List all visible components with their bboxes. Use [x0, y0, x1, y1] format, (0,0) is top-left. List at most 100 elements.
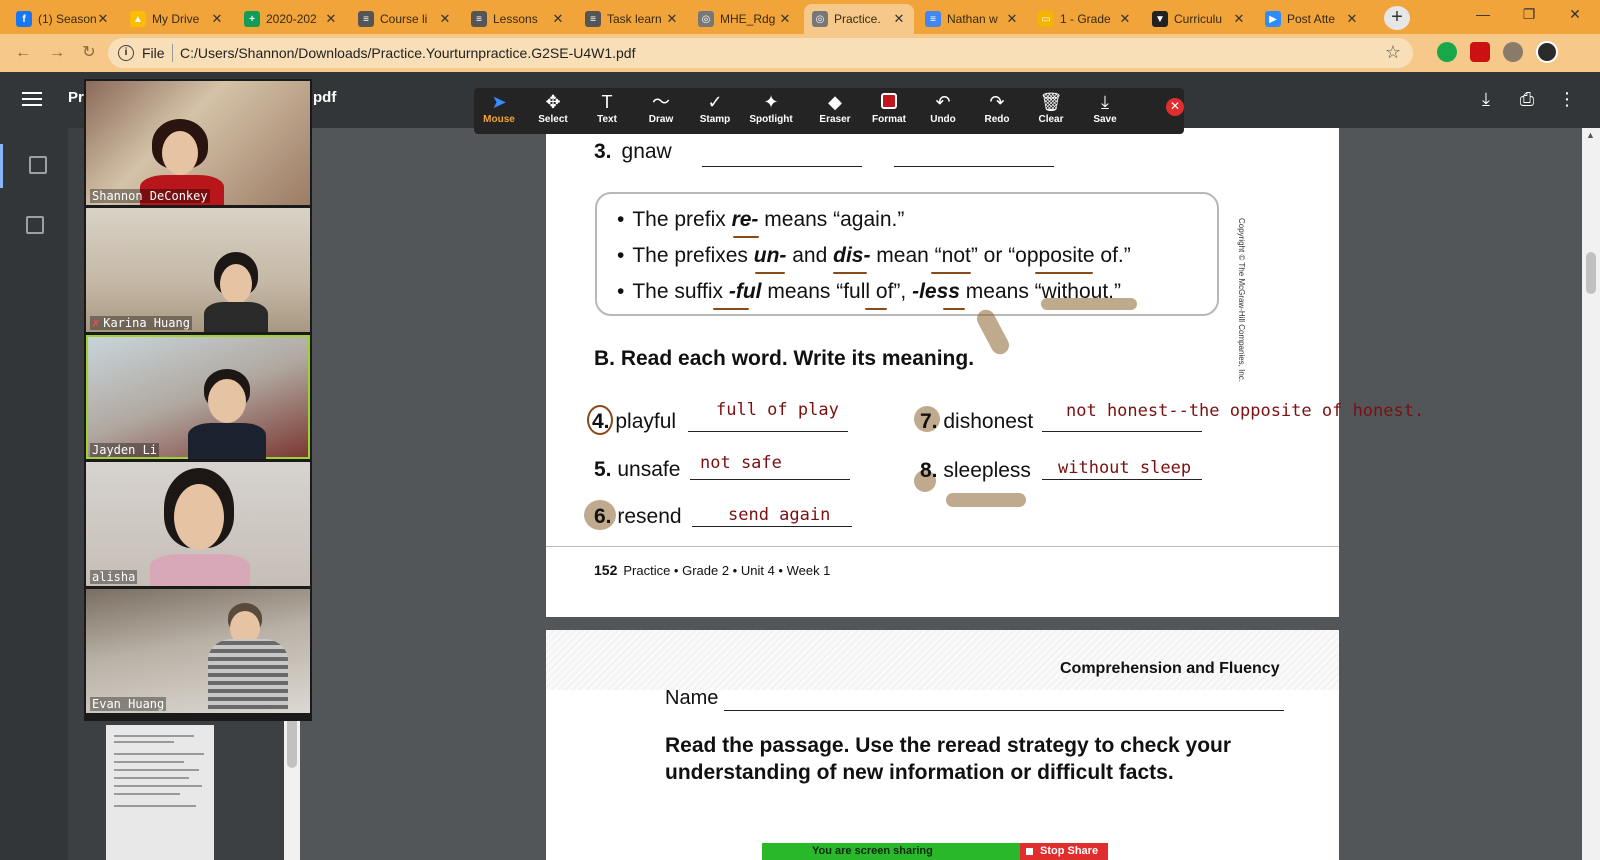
section-title: Comprehension and Fluency — [1060, 660, 1280, 677]
bookmark-star-icon[interactable]: ☆ — [1385, 42, 1401, 63]
close-tab-icon[interactable]: ✕ — [438, 11, 452, 27]
close-tab-icon[interactable]: ✕ — [1232, 11, 1246, 27]
close-tab-icon[interactable]: ✕ — [96, 11, 110, 27]
item-8: 8. sleepless — [920, 459, 1031, 482]
tool-undo[interactable]: ↶ Undo — [918, 88, 968, 134]
reload-icon[interactable]: ↻ — [78, 42, 100, 64]
extension-puzzle-icon[interactable] — [1503, 42, 1523, 62]
tab-title: (1) Season — [38, 12, 96, 26]
more-options-icon[interactable]: ⋮ — [1554, 86, 1580, 112]
close-tab-icon[interactable]: ✕ — [324, 11, 338, 27]
shield-icon: ▼ — [1152, 11, 1168, 27]
main-scrollbar[interactable]: ▲ — [1582, 128, 1600, 860]
redo-icon: ↷ — [989, 92, 1005, 112]
question-word: gnaw — [621, 140, 672, 163]
participant-video[interactable]: Evan Huang — [86, 589, 310, 713]
tool-label: Format — [872, 114, 906, 125]
affix-rule-box: • The prefix re- means “again.” • The pref… — [595, 192, 1219, 316]
download-icon[interactable]: ⤓ — [1473, 86, 1499, 112]
pen-underline — [713, 308, 749, 310]
close-tab-icon[interactable]: ✕ — [551, 11, 565, 27]
section-b-heading: B. Read each word. Write its meaning. — [594, 347, 975, 370]
profile-avatar[interactable] — [1536, 41, 1558, 63]
google-slides-icon: ▭ — [1038, 11, 1054, 27]
browser-tab[interactable]: ▼ Curriculu ✕ — [1144, 4, 1254, 34]
tool-label: Mouse — [483, 114, 515, 125]
browser-tab[interactable]: ≡ Lessons ✕ — [463, 4, 573, 34]
browser-tab[interactable]: +2020-202 ✕ — [236, 4, 346, 34]
answer-6[interactable]: send again — [728, 505, 830, 525]
menu-icon[interactable] — [22, 88, 42, 112]
sharing-status[interactable]: You are screen sharing — [762, 843, 1020, 860]
answer-7[interactable]: not honest--the opposite of honest. — [1066, 401, 1424, 421]
restore-button[interactable]: ❐ — [1506, 0, 1552, 30]
tool-clear[interactable]: 🗑 Clear — [1026, 88, 1076, 134]
back-icon[interactable]: ← — [12, 42, 34, 64]
tool-label: Clear — [1038, 114, 1064, 125]
mouse-pointer-icon: ➤ — [491, 92, 507, 112]
browser-tab[interactable]: f (1) Season ✕ — [8, 4, 118, 34]
minimize-button[interactable]: — — [1460, 0, 1506, 30]
answer-8[interactable]: without sleep — [1058, 458, 1191, 478]
tool-label: Undo — [930, 114, 956, 125]
participant-video[interactable]: Shannon DeConkey — [86, 81, 310, 205]
info-icon[interactable]: i — [118, 45, 134, 61]
tool-eraser[interactable]: ◆ Eraser — [810, 88, 860, 134]
close-tab-icon[interactable]: ✕ — [665, 11, 679, 27]
browser-tab[interactable]: ◎ Practice. ✕ — [804, 4, 914, 34]
browser-tab[interactable]: ▲ My Drive ✕ — [122, 4, 232, 34]
participant-gallery: Shannon DeConkey ✗ Karina Huang Jayden Li… — [84, 79, 312, 721]
address-bar[interactable]: i File C:/Users/Shannon/Downloads/Practi… — [108, 38, 1413, 68]
close-window-button[interactable]: ✕ — [1552, 0, 1598, 30]
globe-icon: ◎ — [698, 11, 714, 27]
new-tab-button[interactable]: + — [1384, 6, 1410, 30]
tool-select[interactable]: ✥ Select — [528, 88, 578, 134]
close-tab-icon[interactable]: ✕ — [1005, 11, 1019, 27]
participant-video[interactable]: ✗ Karina Huang — [86, 208, 310, 332]
url-text[interactable]: C:/Users/Shannon/Downloads/Practice.Your… — [180, 45, 635, 61]
forward-icon[interactable]: → — [46, 42, 68, 64]
close-tab-icon[interactable]: ✕ — [892, 11, 906, 27]
globe-icon: ◎ — [812, 11, 828, 27]
close-annotation-icon[interactable]: ✕ — [1166, 98, 1184, 116]
tab-title: Nathan w — [947, 12, 998, 26]
answer-4[interactable]: full of play — [716, 400, 839, 420]
google-sheets-icon: + — [244, 11, 260, 27]
browser-tab[interactable]: ▶ Post Atte ✕ — [1257, 4, 1367, 34]
browser-tab[interactable]: ≡ Nathan w ✕ — [917, 4, 1027, 34]
tool-text[interactable]: T Text — [582, 88, 632, 134]
participant-video[interactable]: alisha — [86, 462, 310, 586]
stop-share-button[interactable]: Stop Share — [1020, 843, 1108, 860]
print-icon[interactable]: ⎙ — [1514, 86, 1540, 112]
tool-format[interactable]: Format — [864, 88, 914, 134]
browser-tab[interactable]: ≡ Course li ✕ — [350, 4, 460, 34]
pen-highlight — [1041, 298, 1137, 310]
close-tab-icon[interactable]: ✕ — [778, 11, 792, 27]
tool-mouse[interactable]: ➤ Mouse — [474, 88, 524, 134]
item-7: 7. dishonest — [920, 410, 1034, 433]
item-6: 6. resend — [594, 505, 682, 528]
participant-video-active[interactable]: Jayden Li — [86, 335, 310, 459]
answer-5[interactable]: not safe — [700, 453, 782, 473]
tab-title: MHE_Rdg — [720, 12, 776, 26]
page-thumbnail[interactable] — [106, 725, 214, 860]
close-tab-icon[interactable]: ✕ — [1118, 11, 1132, 27]
browser-tab[interactable]: ≡ Task learn ✕ — [577, 4, 687, 34]
extension-green-icon[interactable] — [1437, 42, 1457, 62]
rule-prefix-un-dis: • The prefixes un- and dis- mean “not” or… — [617, 244, 1131, 267]
tool-stamp[interactable]: ✓ Stamp — [690, 88, 740, 134]
ublock-icon[interactable] — [1470, 42, 1490, 62]
close-tab-icon[interactable]: ✕ — [210, 11, 224, 27]
item-5: 5. unsafe — [594, 458, 681, 481]
tool-save[interactable]: ⤓ Save — [1080, 88, 1130, 134]
tab-title: Course li — [380, 12, 428, 26]
browser-tab[interactable]: ▭ 1 - Grade ✕ — [1030, 4, 1140, 34]
tool-redo[interactable]: ↷ Redo — [972, 88, 1022, 134]
outline-tab[interactable] — [0, 204, 68, 248]
close-tab-icon[interactable]: ✕ — [1345, 11, 1359, 27]
tool-spotlight[interactable]: ✦ Spotlight — [746, 88, 796, 134]
tool-draw[interactable]: 〜 Draw — [636, 88, 686, 134]
mic-muted-icon: ✗ — [92, 316, 100, 330]
browser-tab[interactable]: ◎ MHE_Rdg ✕ — [690, 4, 800, 34]
thumbnails-tab[interactable] — [0, 144, 68, 188]
